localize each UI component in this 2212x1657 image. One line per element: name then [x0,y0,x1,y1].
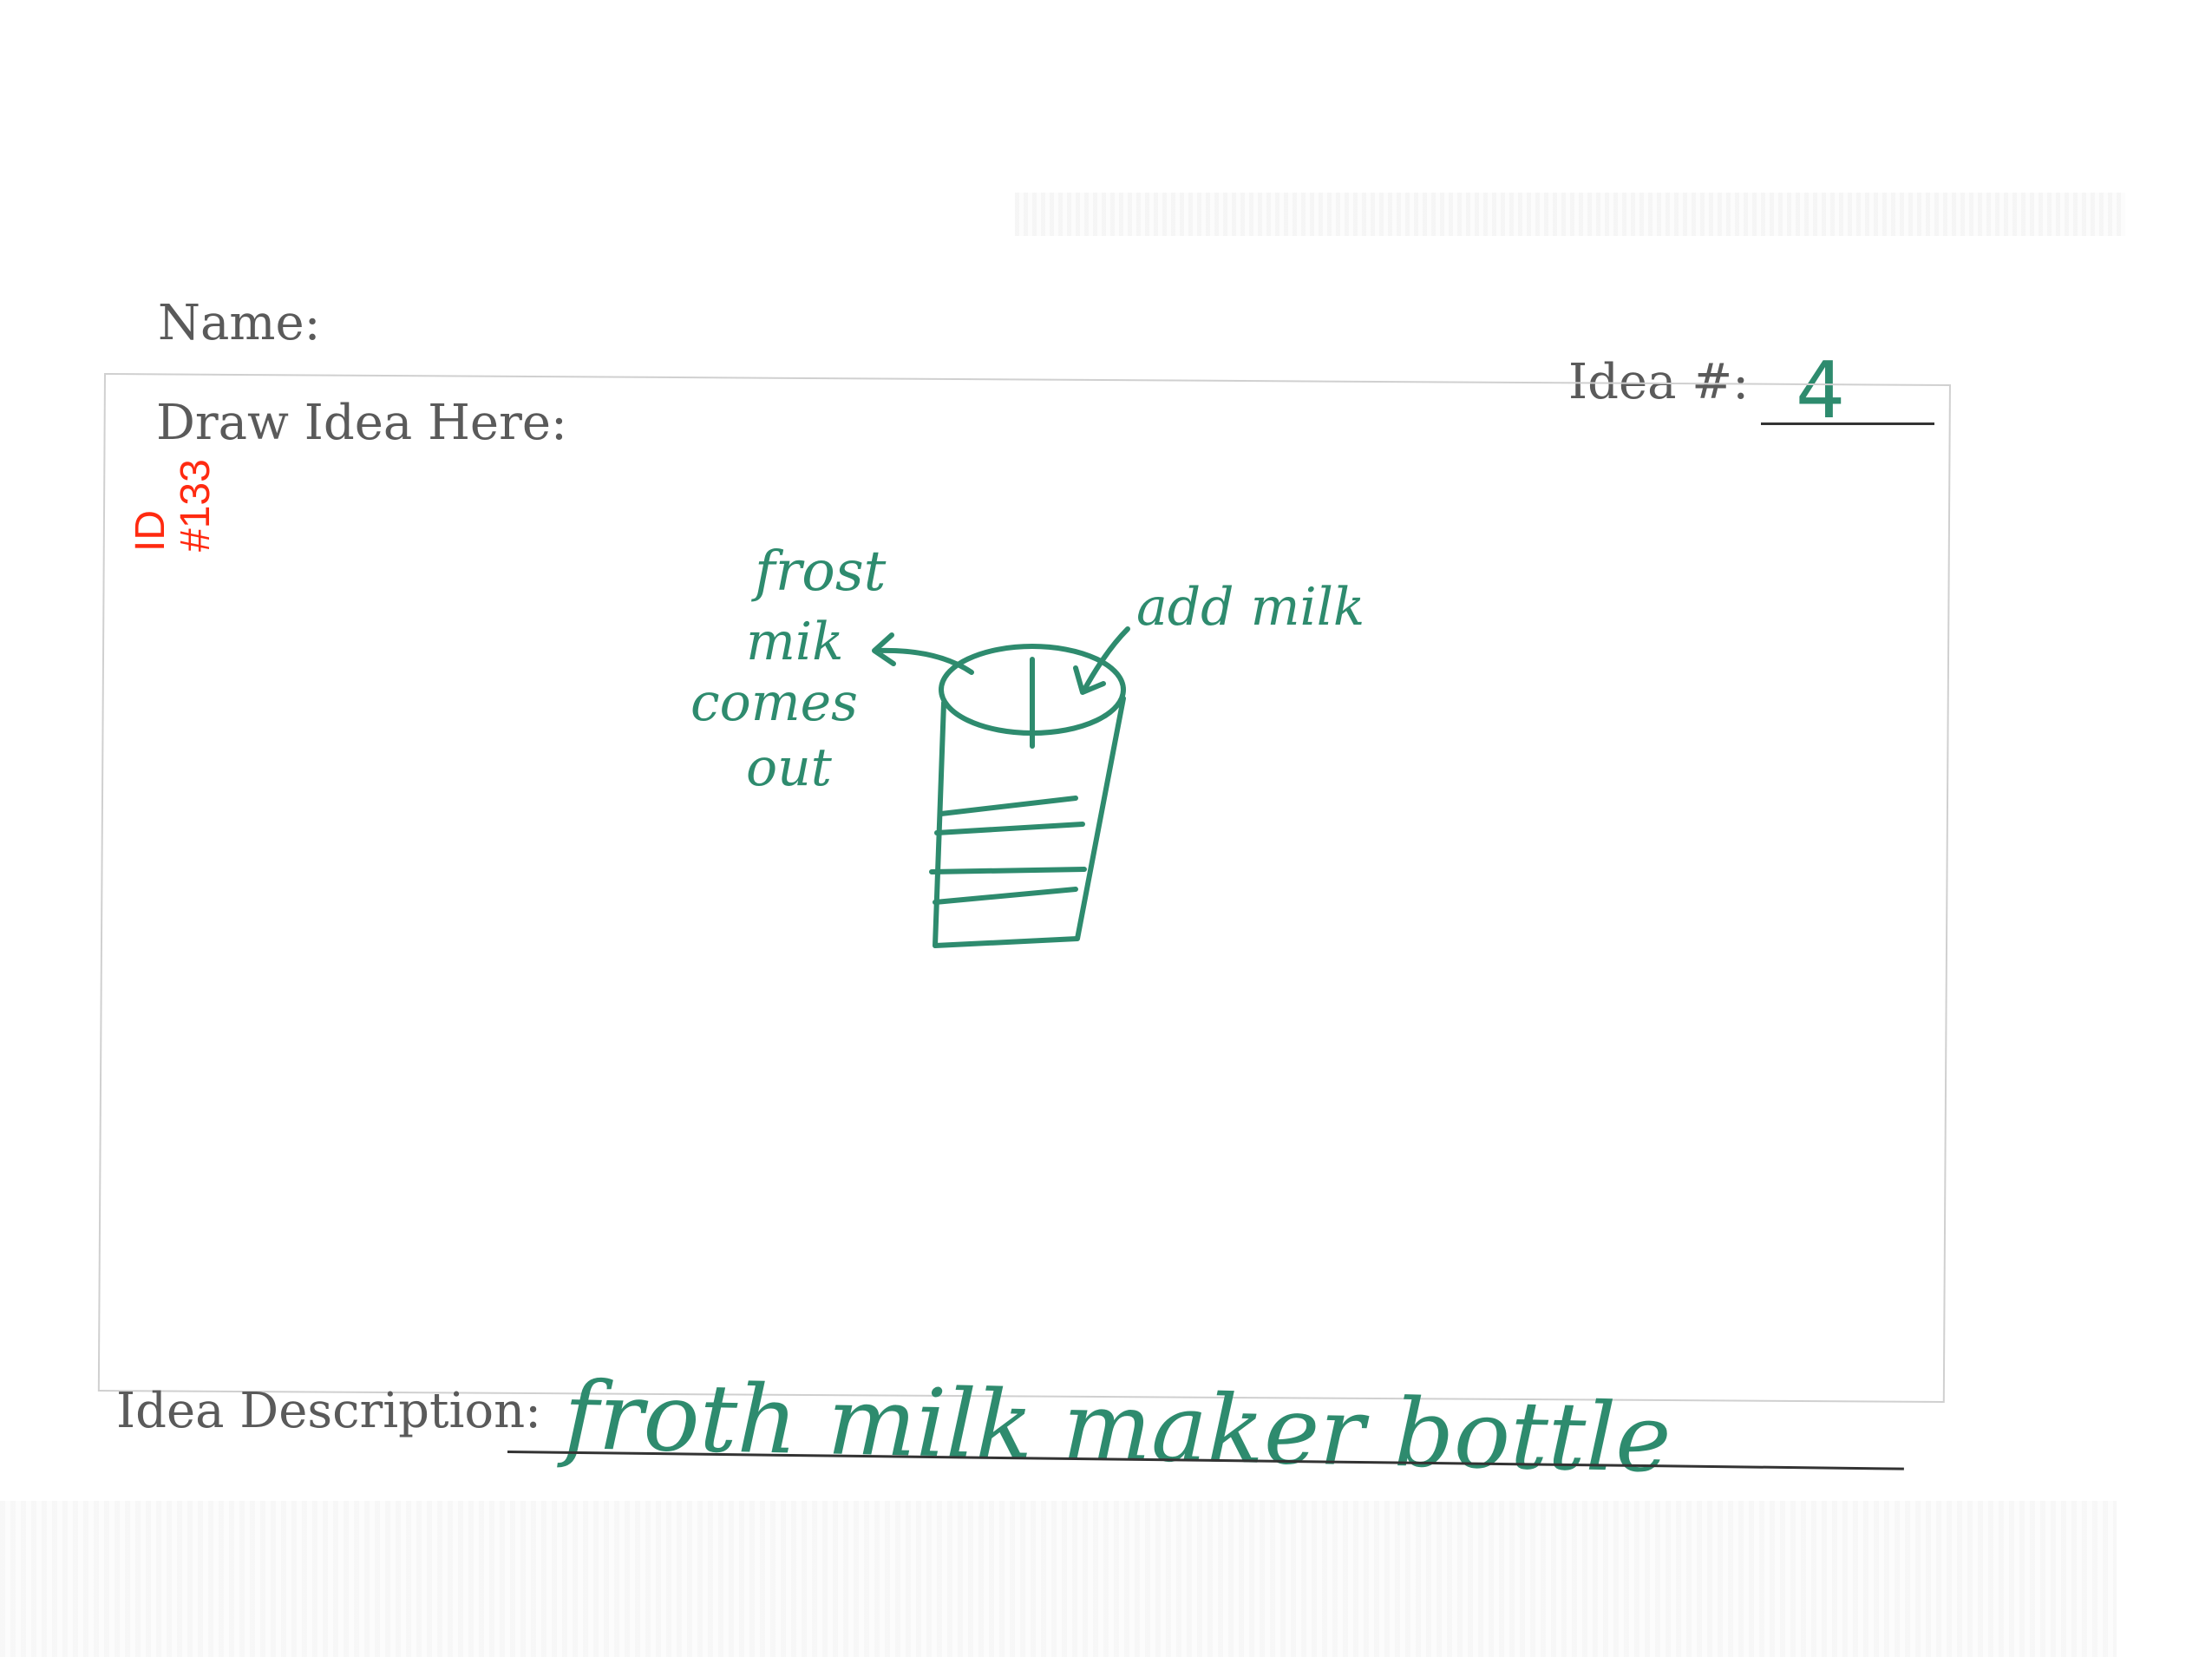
id-tag-line2: #133 [173,459,219,552]
left-annotation-line1: frost [751,540,887,604]
id-tag: ID #133 [128,459,219,552]
id-tag-line1: ID [128,510,173,552]
idea-description-label: Idea Description: [116,1383,542,1439]
left-annotation-line2: mik [746,612,843,672]
left-annotation-line4: out [746,737,833,798]
draw-idea-label: Draw Idea Here: [156,395,567,451]
idea-description-value: froth milk maker bottle [562,1362,1672,1494]
name-label: Name: [158,295,321,351]
scan-artifact-bottom [0,1501,2117,1657]
sketch-drawing: frost mik comes out add milk [690,540,1365,948]
cup-band-2 [934,822,1085,835]
cup-band-1 [939,796,1078,816]
scan-artifact-top [1015,193,2125,236]
cup-band-4 [933,887,1078,905]
cup-band-3 [929,867,1087,874]
left-arrow [872,632,974,675]
right-annotation: add milk [1136,577,1365,638]
left-annotation-line3: comes [690,672,858,733]
